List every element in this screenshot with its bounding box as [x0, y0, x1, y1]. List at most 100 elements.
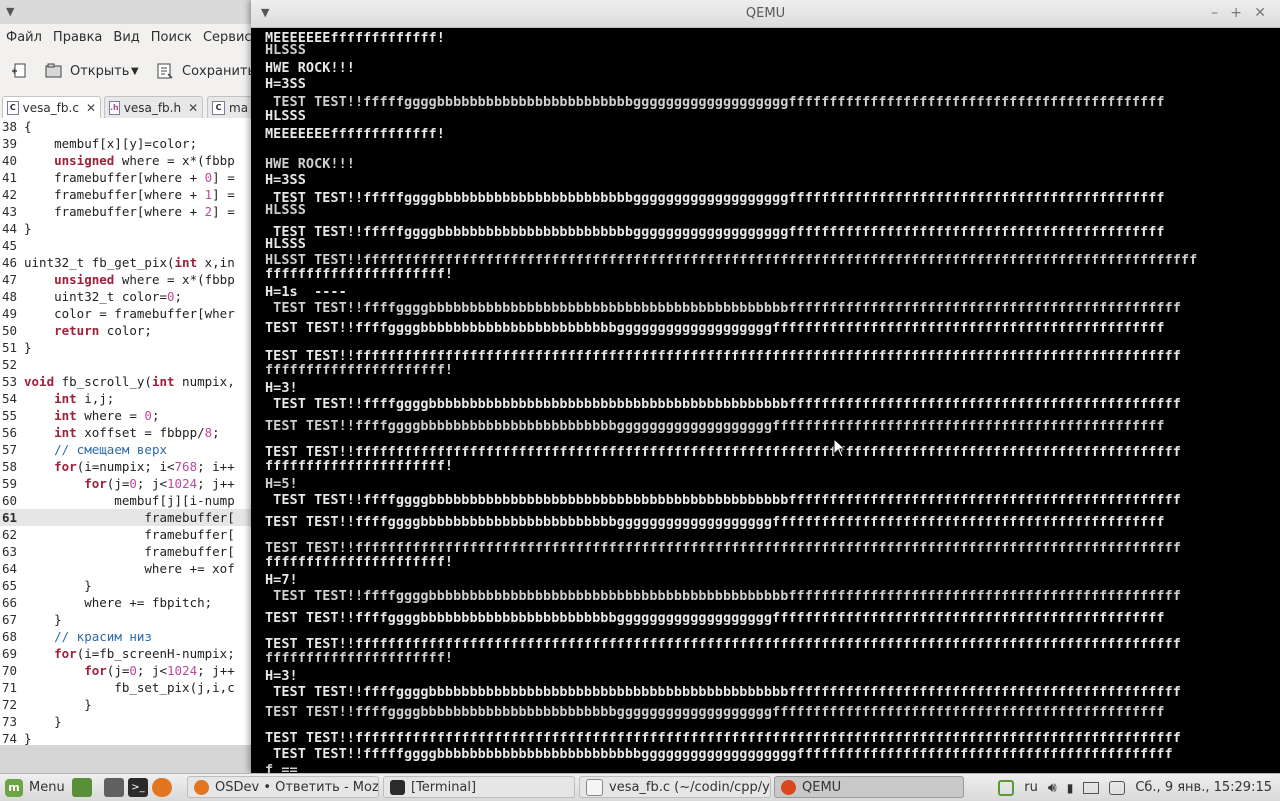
close-icon[interactable]: ✕: [1254, 5, 1266, 21]
code-text: where += xof: [24, 561, 235, 576]
code-text: // красим низ: [54, 629, 152, 644]
show-desktop-icon[interactable]: [72, 778, 92, 797]
code-line[interactable]: 66 where += fbpitch;: [0, 594, 252, 611]
code-line[interactable]: 47 unsigned where = x*(fbbp: [0, 271, 252, 288]
code-line[interactable]: 57 // смещаем верх: [0, 441, 252, 458]
code-line[interactable]: 68 // красим низ: [0, 628, 252, 645]
open-dropdown-button[interactable]: ▼: [131, 59, 139, 83]
code-line[interactable]: 42 framebuffer[where + 1] =: [0, 186, 252, 203]
line-number: 51: [2, 340, 18, 355]
code-line[interactable]: 58 for(i=numpix; i<768; i++: [0, 458, 252, 475]
code-line[interactable]: 41 framebuffer[where + 0] =: [0, 169, 252, 186]
line-number: 48: [2, 289, 18, 304]
tab-vesa-fb-c[interactable]: C vesa_fb.c ✕: [2, 96, 101, 118]
code-line[interactable]: 46 uint32_t fb_get_pix(int x,in: [0, 254, 252, 271]
maximize-icon[interactable]: +: [1230, 5, 1242, 21]
window-menu-icon[interactable]: ▼: [6, 5, 14, 18]
line-number: 46: [2, 255, 18, 270]
code-view[interactable]: 38{39 membuf[x][y]=color; 40 unsigned whe…: [0, 118, 252, 745]
notifications-icon[interactable]: [1109, 780, 1126, 795]
code-line[interactable]: 69 for(i=fb_screenH-numpix;: [0, 645, 252, 662]
volume-icon[interactable]: 🔊︎: [1048, 780, 1057, 796]
console-line: f ==: [265, 762, 298, 773]
code-line[interactable]: 62 framebuffer[: [0, 526, 252, 543]
keyboard-layout[interactable]: ru: [1024, 780, 1038, 795]
code-line[interactable]: 44}: [0, 220, 252, 237]
minimize-icon[interactable]: –: [1211, 5, 1218, 21]
firefox-launcher-icon[interactable]: [152, 778, 172, 797]
system-tray: ru 🔊︎ ▮ Сб., 9 янв., 15:29:15: [998, 777, 1272, 798]
menu-file[interactable]: Файл: [0, 27, 47, 45]
code-line[interactable]: 39 membuf[x][y]=color;: [0, 135, 252, 152]
taskbar-window-terminal[interactable]: [Terminal]: [383, 776, 575, 798]
line-number: 59: [2, 476, 18, 491]
code-line[interactable]: 74}: [0, 730, 252, 745]
open-button[interactable]: Открыть: [44, 59, 129, 83]
editor-tabs: C vesa_fb.c ✕ .h vesa_fb.h ✕ C ma: [0, 94, 252, 120]
code-line[interactable]: 67 }: [0, 611, 252, 628]
code-text: framebuffer[: [24, 527, 235, 542]
files-launcher-icon[interactable]: [104, 778, 124, 797]
code-line[interactable]: 38 {: [0, 118, 252, 135]
code-text: return color;: [54, 323, 152, 338]
qemu-titlebar[interactable]: ▼ QEMU – + ✕: [251, 0, 1280, 28]
close-icon[interactable]: ✕: [86, 101, 96, 115]
menu-view[interactable]: Вид: [107, 27, 144, 45]
code-line[interactable]: 59 for(j=0; j<1024; j++: [0, 475, 252, 492]
qemu-display[interactable]: MEEEEEEEfffffffffffff! HLSSS HWE ROCK!!! H=…: [251, 28, 1280, 773]
line-number: 50: [2, 323, 18, 338]
line-number: 73: [2, 714, 18, 729]
line-number: 49: [2, 306, 18, 321]
console-line: TEST TEST!!ffffggggbbbbbbbbbbbbbbbbbbbbb…: [265, 320, 1165, 336]
battery-icon[interactable]: [1083, 781, 1100, 794]
window-title: QEMU: [745, 6, 786, 21]
code-line[interactable]: 63 framebuffer[: [0, 543, 252, 560]
code-line[interactable]: 53 void fb_scroll_y(int numpix,: [0, 373, 252, 390]
start-menu-button[interactable]: m Menu: [5, 777, 65, 798]
console-line: H=3SS: [265, 76, 306, 92]
line-number: 54: [2, 391, 18, 406]
terminal-launcher-icon[interactable]: >_: [128, 778, 148, 797]
save-button[interactable]: Сохранить: [156, 59, 252, 83]
code-line[interactable]: 51}: [0, 339, 252, 356]
menu-edit[interactable]: Правка: [47, 27, 107, 45]
code-text: }: [24, 714, 62, 729]
code-line[interactable]: 61 framebuffer[: [0, 509, 252, 526]
code-text: framebuffer[where + 0] =: [24, 170, 235, 185]
code-line[interactable]: 71 fb_set_pix(j,i,c: [0, 679, 252, 696]
text-editor-icon: [586, 778, 603, 796]
taskbar-window-qemu[interactable]: QEMU: [774, 776, 964, 798]
close-icon[interactable]: ✕: [188, 101, 198, 115]
code-line[interactable]: 60 membuf[j][i-nump: [0, 492, 252, 509]
menu-search[interactable]: Поиск: [145, 27, 197, 45]
taskbar-window-editor[interactable]: vesa_fb.c (~/codin/cpp/yo...: [579, 776, 771, 798]
code-line[interactable]: 72 }: [0, 696, 252, 713]
code-line[interactable]: 49 color = framebuffer[wher: [0, 305, 252, 322]
code-line[interactable]: 50 return color;: [0, 322, 252, 339]
firefox-icon: [194, 779, 209, 795]
code-line[interactable]: 52: [0, 356, 252, 373]
taskbar-window-label: QEMU: [802, 779, 842, 795]
editor-titlebar[interactable]: ▼: [0, 0, 252, 24]
code-line[interactable]: 43 framebuffer[where + 2] =: [0, 203, 252, 220]
tab-vesa-fb-h[interactable]: .h vesa_fb.h ✕: [104, 96, 203, 118]
code-line[interactable]: 45: [0, 237, 252, 254]
code-line[interactable]: 54 int i,j;: [0, 390, 252, 407]
code-line[interactable]: 70 for(j=0; j<1024; j++: [0, 662, 252, 679]
tab-ma[interactable]: C ma: [207, 96, 252, 118]
console-line: H=3SS: [265, 172, 306, 188]
menu-tools[interactable]: Сервис: [197, 27, 252, 45]
update-shield-icon[interactable]: [998, 779, 1015, 796]
code-line[interactable]: 65 }: [0, 577, 252, 594]
new-document-button[interactable]: [10, 59, 28, 83]
code-line[interactable]: 73 }: [0, 713, 252, 730]
clock[interactable]: Сб., 9 янв., 15:29:15: [1135, 780, 1272, 795]
taskbar-window-firefox[interactable]: OSDev • Ответить - Mozil...: [187, 776, 379, 798]
network-icon[interactable]: ▮: [1067, 781, 1074, 795]
code-line[interactable]: 55 int where = 0;: [0, 407, 252, 424]
code-line[interactable]: 64 where += xof: [0, 560, 252, 577]
code-line[interactable]: 56 int xoffset = fbbpp/8;: [0, 424, 252, 441]
taskbar-window-label: OSDev • Ответить - Mozil...: [215, 779, 379, 795]
code-line[interactable]: 40 unsigned where = x*(fbbp: [0, 152, 252, 169]
code-line[interactable]: 48 uint32_t color=0;: [0, 288, 252, 305]
